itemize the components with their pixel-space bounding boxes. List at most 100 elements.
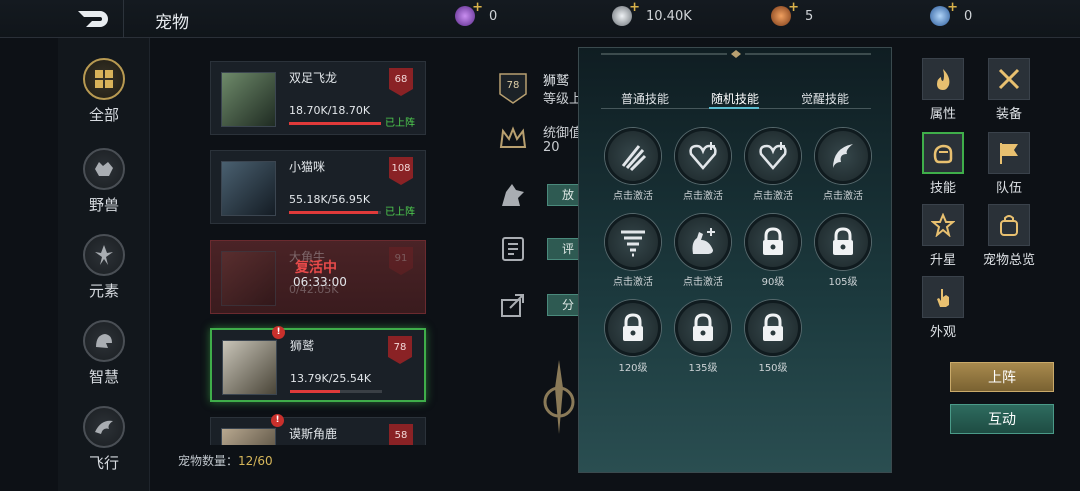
pet-card[interactable]: 大角牛 复活中 06:33:00 0/42.05K 91 — [210, 240, 426, 314]
skill-slot[interactable]: 点击激活 — [605, 214, 661, 288]
pet-portrait — [221, 428, 276, 445]
skill-slot-locked[interactable]: 150级 — [745, 300, 801, 374]
currency-purple[interactable]: + 0 — [455, 0, 497, 26]
wing-icon — [815, 128, 871, 184]
tab-random-skills[interactable]: 随机技能 — [711, 90, 759, 107]
sidebar-item-wisdom[interactable]: 智慧 — [58, 320, 150, 387]
pet-card[interactable]: 小猫咪 55.18K/56.95K 108 已上阵 — [210, 150, 426, 224]
beast-icon — [83, 148, 125, 190]
pet-list[interactable]: 双足飞龙 18.70K/18.70K 68 已上阵 小猫咪 55.18K/56.… — [200, 55, 440, 445]
hp-bar — [289, 122, 381, 125]
pet-level-emblem: 78 — [498, 70, 528, 104]
tab-normal-skills[interactable]: 普通技能 — [621, 90, 669, 107]
back-arrow-icon — [77, 11, 108, 27]
pet-card[interactable]: 双足飞龙 18.70K/18.70K 68 已上阵 — [210, 61, 426, 135]
flag-icon — [988, 132, 1030, 174]
hp-bar — [290, 390, 382, 393]
pet-card[interactable]: ! 谟斯角鹿 58 — [210, 414, 426, 445]
interact-button[interactable]: 互动 — [950, 404, 1054, 434]
muscle-plus-icon — [675, 214, 731, 270]
lock-icon — [675, 300, 731, 356]
level-badge: 91 — [389, 247, 413, 275]
sidebar-item-flying[interactable]: 飞行 — [58, 406, 150, 473]
currency-silver[interactable]: + 10.40K — [612, 0, 692, 26]
top-bar: 宠物 + 0 + 10.40K + 5 + 0 — [0, 0, 1080, 38]
skill-slot-locked[interactable]: 120级 — [605, 300, 661, 374]
level-badge: 78 — [388, 336, 412, 364]
lock-icon — [605, 300, 661, 356]
level-badge: 68 — [389, 68, 413, 96]
heart-plus-icon — [745, 128, 801, 184]
flying-icon — [83, 406, 125, 448]
pet-count: 宠物数量：12/60 — [178, 454, 273, 468]
claw-slash-icon — [605, 128, 661, 184]
revive-status: 复活中 — [295, 260, 337, 276]
skills-button[interactable]: 技能 — [918, 132, 968, 196]
skill-slot[interactable]: 点击激活 — [745, 128, 801, 202]
grid-icon — [83, 58, 125, 100]
skill-slot-locked[interactable]: 90级 — [745, 214, 801, 288]
team-button[interactable]: 队伍 — [984, 132, 1034, 196]
hp-fill — [289, 122, 381, 125]
sidebar-item-element[interactable]: 元素 — [58, 234, 150, 301]
skill-slot[interactable]: 点击激活 — [675, 128, 731, 202]
attributes-button[interactable]: 属性 — [918, 58, 968, 122]
skill-slot[interactable]: 点击激活 — [815, 128, 871, 202]
skill-slot[interactable]: 点击激活 — [675, 214, 731, 288]
tab-awaken-skills[interactable]: 觉醒技能 — [801, 90, 849, 107]
pet-overview-button[interactable]: 宠物总览 — [983, 204, 1035, 268]
skill-slot-locked[interactable]: 105级 — [815, 214, 871, 288]
pet-card-selected[interactable]: ! 狮鹫 13.79K/25.54K 78 — [210, 326, 426, 402]
lock-icon — [745, 300, 801, 356]
guild-crest-icon — [535, 358, 583, 436]
bag-icon — [988, 204, 1030, 246]
category-sidebar: 全部 野兽 元素 智慧 飞行 — [58, 38, 150, 491]
crossed-swords-icon — [988, 58, 1030, 100]
level-badge: 58 — [389, 424, 413, 445]
active-tab-indicator — [709, 107, 759, 109]
command-label: 统御值 — [543, 126, 583, 141]
blue-orb-icon: + — [930, 0, 958, 26]
hp-bar — [289, 211, 381, 214]
hand-icon — [922, 276, 964, 318]
equipment-button[interactable]: 装备 — [984, 58, 1034, 122]
skill-slot[interactable]: 点击激活 — [605, 128, 661, 202]
heart-plus-icon — [675, 128, 731, 184]
deploy-button[interactable]: 上阵 — [950, 362, 1054, 392]
flame-icon — [922, 58, 964, 100]
command-value: 20 — [543, 140, 560, 155]
currency-blue[interactable]: + 0 — [930, 0, 972, 26]
currency-bronze[interactable]: + 5 — [771, 0, 813, 26]
skill-slot-locked[interactable]: 135级 — [675, 300, 731, 374]
star-up-button[interactable]: 升星 — [918, 204, 968, 268]
purple-gem-icon: + — [455, 0, 483, 26]
crown-emblem-icon — [498, 124, 528, 154]
share-icon[interactable] — [498, 290, 528, 320]
card-icon[interactable] — [498, 234, 528, 264]
element-icon — [83, 234, 125, 276]
skill-panel: 普通技能 随机技能 觉醒技能 点击激活 点击激活 点击激活 点击激活 点击激活 — [578, 47, 892, 473]
tornado-icon — [605, 214, 661, 270]
panel-ornament-icon — [601, 50, 871, 58]
star-icon — [922, 204, 964, 246]
sidebar-item-all[interactable]: 全部 — [58, 58, 150, 125]
fist-icon — [922, 132, 964, 174]
detail-level-label: 等级上 — [543, 92, 583, 107]
detail-pet-name: 狮鹫 — [543, 74, 570, 89]
alert-badge: ! — [272, 326, 285, 339]
bronze-medal-icon: + — [771, 0, 799, 26]
sidebar-item-beast[interactable]: 野兽 — [58, 148, 150, 215]
lock-icon — [815, 214, 871, 270]
wisdom-icon — [83, 320, 125, 362]
deployed-status: 已上阵 — [385, 118, 415, 129]
pet-portrait — [221, 161, 276, 216]
deployed-status: 已上阵 — [385, 207, 415, 218]
appearance-button[interactable]: 外观 — [918, 276, 968, 340]
silver-coin-icon: + — [612, 0, 640, 26]
alert-badge: ! — [271, 414, 284, 427]
page-title: 宠物 — [155, 13, 189, 33]
back-button[interactable] — [62, 0, 124, 38]
howl-icon[interactable] — [498, 180, 528, 210]
pet-portrait — [221, 251, 276, 306]
pet-portrait — [222, 340, 277, 395]
